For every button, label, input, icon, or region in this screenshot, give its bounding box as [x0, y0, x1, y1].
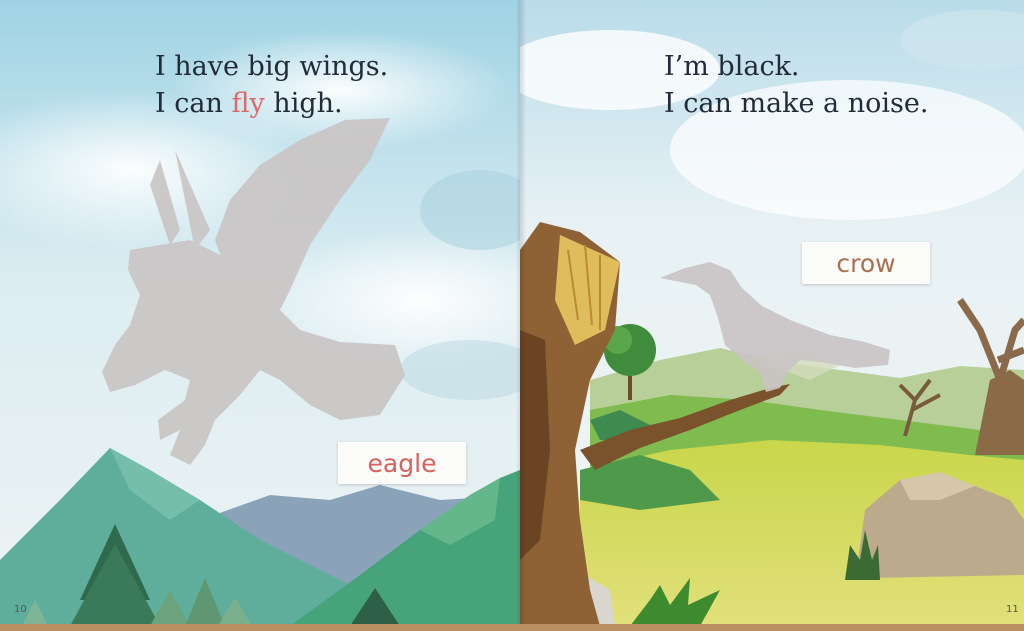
- picture-book-spread: I have big wings. I can fly high. eagle …: [0, 0, 1024, 631]
- crow-label-card: crow: [802, 242, 930, 284]
- right-page-text: I’m black. I can make a noise.: [664, 48, 928, 122]
- eagle-label-card: eagle: [338, 442, 466, 484]
- table-surface: [0, 624, 1024, 631]
- right-text-line-2: I can make a noise.: [664, 88, 929, 119]
- left-text-line-1: I have big wings.: [155, 51, 389, 82]
- left-page-text: I have big wings. I can fly high.: [155, 48, 388, 122]
- highlighted-word-fly: fly: [231, 88, 265, 119]
- left-text-line-2-end: high.: [264, 88, 343, 119]
- eagle-label-text: eagle: [367, 448, 437, 478]
- right-page-number: 11: [1006, 604, 1019, 615]
- right-page: I’m black. I can make a noise. crow 11: [520, 0, 1024, 626]
- crow-label-text: crow: [836, 248, 896, 278]
- right-text-line-1: I’m black.: [664, 51, 800, 82]
- left-page: I have big wings. I can fly high. eagle …: [0, 0, 520, 626]
- left-text-line-2: I can fly high.: [155, 85, 388, 122]
- left-text-line-2-start: I can: [155, 88, 232, 119]
- left-page-number: 10: [14, 604, 27, 615]
